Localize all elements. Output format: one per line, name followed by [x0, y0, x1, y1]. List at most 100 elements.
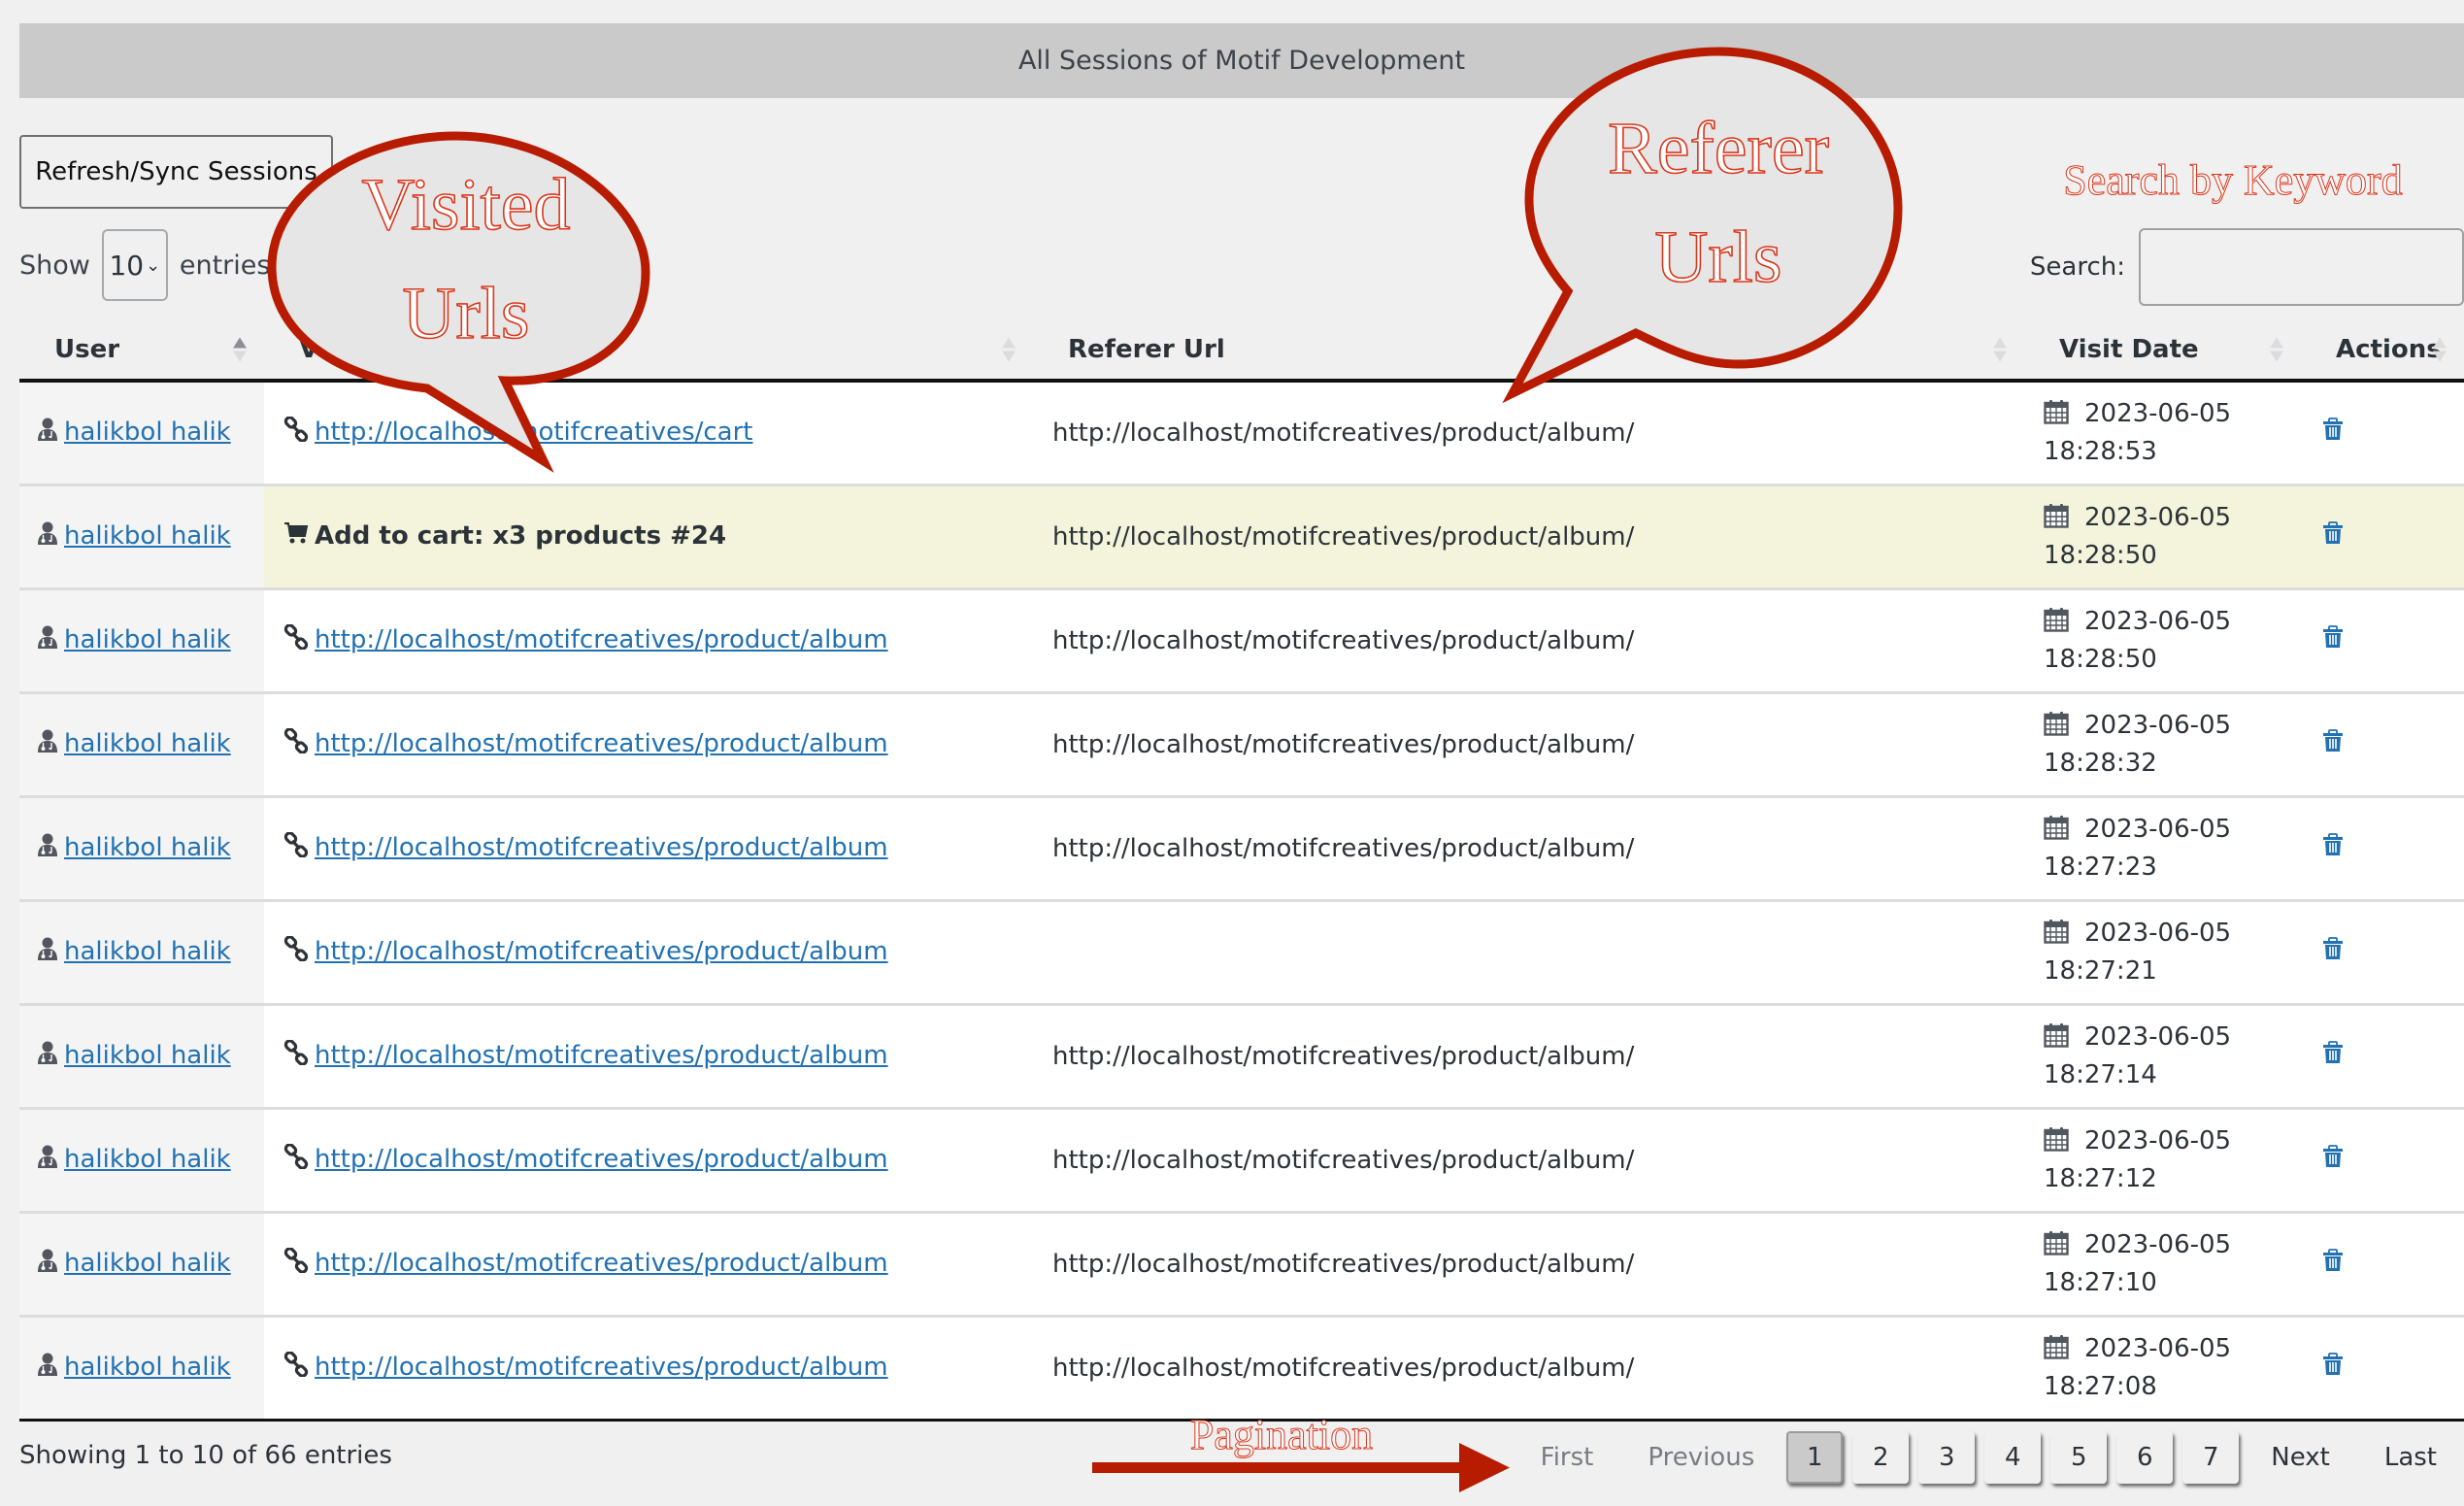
entries-label: entries [179, 250, 271, 281]
page-length-select[interactable]: 10 ⌄ [101, 229, 168, 301]
visited-url-link[interactable]: http://localhost/motifcreatives/product/… [315, 937, 888, 966]
sort-icon[interactable] [233, 337, 247, 362]
visit-time: 18:28:53 [2044, 437, 2157, 467]
calendar-icon [2044, 1022, 2069, 1057]
visit-date-cell: 2023-06-05 18:28:32 [2024, 692, 2301, 798]
pagination-page-button[interactable]: 2 [1852, 1431, 1910, 1484]
visited-url-link[interactable]: http://localhost/motifcreatives/product/… [315, 1353, 888, 1382]
visited-url-cell: http://localhost/motifcreatives/product/… [264, 1108, 1033, 1214]
visit-date: 2023-06-05 [2084, 711, 2232, 740]
visited-url-link[interactable]: http://localhost/motifcreatives/cart [315, 418, 752, 447]
user-md-icon [37, 937, 58, 967]
sort-icon[interactable] [1002, 337, 1016, 362]
trash-icon[interactable] [2322, 729, 2344, 759]
search-input[interactable] [2139, 228, 2464, 306]
column-header-label: Visit Date [2059, 335, 2199, 364]
visit-time: 18:28:32 [2044, 749, 2157, 778]
trash-icon[interactable] [2322, 1041, 2344, 1071]
trash-icon[interactable] [2322, 521, 2344, 552]
pagination-page-button[interactable]: 3 [1918, 1431, 1976, 1484]
sort-icon[interactable] [2433, 337, 2447, 362]
column-header-referer-url[interactable]: Referer Url [1033, 320, 2024, 383]
visit-date-cell: 2023-06-05 18:27:23 [2024, 796, 2301, 902]
visited-url-cell: http://localhost/motifcreatives/product/… [264, 588, 1033, 694]
pagination-page-button[interactable]: 6 [2116, 1431, 2174, 1484]
referer-url-cell [1033, 900, 2024, 1006]
pagination-next[interactable]: Next [2244, 1443, 2357, 1472]
column-header-visited-url[interactable]: Visited Url [264, 320, 1033, 383]
user-link[interactable]: halikbol halik [64, 521, 231, 551]
user-link[interactable]: halikbol halik [64, 937, 231, 966]
trash-icon[interactable] [2322, 418, 2344, 448]
table-row: halikbol halik Add to cart: x3 products #… [19, 485, 2464, 590]
visit-date-cell: 2023-06-05 18:27:08 [2024, 1316, 2301, 1422]
actions-cell [2301, 381, 2464, 486]
pagination-arrow-icon [1092, 1443, 1510, 1492]
user-link[interactable]: halikbol halik [64, 1353, 231, 1382]
actions-cell [2301, 1316, 2464, 1422]
user-md-icon [37, 1353, 58, 1383]
sessions-table: User Visited Url Referer Url Visit Date Acti… [19, 320, 2464, 1422]
visit-date: 2023-06-05 [2084, 1022, 2232, 1052]
referer-urls-callout-line1: Referer [1607, 107, 1829, 190]
column-header-label: User [54, 335, 120, 364]
table-row: halikbol halik http://localhost/motifcrea… [19, 1004, 2464, 1110]
pagination-page-button[interactable]: 4 [1984, 1431, 2042, 1484]
visit-time: 18:27:08 [2044, 1372, 2157, 1401]
visited-url-cell: http://localhost/motifcreatives/product/… [264, 1316, 1033, 1422]
pagination-page-button[interactable]: 7 [2182, 1431, 2240, 1484]
user-link[interactable]: halikbol halik [64, 1145, 231, 1174]
pagination-previous[interactable]: Previous [1620, 1443, 1781, 1472]
visit-date-cell: 2023-06-05 18:28:50 [2024, 485, 2301, 590]
pagination-page-button[interactable]: 5 [2050, 1431, 2108, 1484]
user-md-icon [37, 1249, 58, 1279]
referer-url-cell: http://localhost/motifcreatives/product/… [1033, 1212, 2024, 1318]
search-control: Search: [2030, 228, 2464, 306]
trash-icon[interactable] [2322, 937, 2344, 967]
pagination-first[interactable]: First [1514, 1443, 1621, 1472]
user-link[interactable]: halikbol halik [64, 418, 231, 447]
user-md-icon [37, 833, 58, 863]
pagination-last[interactable]: Last [2357, 1443, 2464, 1472]
visited-url-link[interactable]: http://localhost/motifcreatives/product/… [315, 1145, 888, 1174]
user-cell: halikbol halik [19, 1316, 264, 1422]
page-length-value: 10 [109, 249, 145, 282]
column-header-visit-date[interactable]: Visit Date [2024, 320, 2301, 383]
visited-url-link[interactable]: http://localhost/motifcreatives/product/… [315, 1041, 888, 1070]
trash-icon[interactable] [2322, 833, 2344, 863]
sort-icon[interactable] [1993, 337, 2007, 362]
shopping-cart-icon [283, 521, 309, 552]
user-md-icon [37, 625, 58, 655]
user-link[interactable]: halikbol halik [64, 729, 231, 758]
trash-icon[interactable] [2322, 1249, 2344, 1279]
visited-url-link[interactable]: http://localhost/motifcreatives/product/… [315, 625, 888, 654]
table-info: Showing 1 to 10 of 66 entries [19, 1441, 392, 1470]
refresh-sync-button[interactable]: Refresh/Sync Sessions [19, 135, 333, 209]
visited-url-cell: http://localhost/motifcreatives/cart [264, 381, 1033, 486]
visit-date-cell: 2023-06-05 18:27:12 [2024, 1108, 2301, 1214]
visited-url-link[interactable]: http://localhost/motifcreatives/product/… [315, 1249, 888, 1278]
sort-icon[interactable] [2270, 337, 2283, 362]
visit-time: 18:28:50 [2044, 645, 2157, 674]
visited-url-link[interactable]: http://localhost/motifcreatives/product/… [315, 833, 888, 862]
actions-cell [2301, 1212, 2464, 1318]
trash-icon[interactable] [2322, 1145, 2344, 1175]
visited-urls-callout-line1: Visited [361, 163, 572, 247]
user-link[interactable]: halikbol halik [64, 833, 231, 862]
table-row: halikbol halik http://localhost/motifcrea… [19, 588, 2464, 694]
pagination-page-button[interactable]: 1 [1786, 1431, 1844, 1484]
column-header-user[interactable]: User [19, 320, 264, 383]
table-row: halikbol halik http://localhost/motifcrea… [19, 692, 2464, 798]
visited-url-link[interactable]: http://localhost/motifcreatives/product/… [315, 729, 888, 758]
trash-icon[interactable] [2322, 625, 2344, 655]
user-cell: halikbol halik [19, 900, 264, 1006]
visited-url-cell: http://localhost/motifcreatives/product/… [264, 1004, 1033, 1110]
user-link[interactable]: halikbol halik [64, 1041, 231, 1070]
referer-url-cell: http://localhost/motifcreatives/product/… [1033, 485, 2024, 590]
table-row: halikbol halik http://localhost/motifcrea… [19, 1108, 2464, 1214]
user-link[interactable]: halikbol halik [64, 625, 231, 654]
column-header-actions[interactable]: Actions [2301, 320, 2464, 383]
user-link[interactable]: halikbol halik [64, 1249, 231, 1278]
actions-cell [2301, 485, 2464, 590]
trash-icon[interactable] [2322, 1353, 2344, 1383]
